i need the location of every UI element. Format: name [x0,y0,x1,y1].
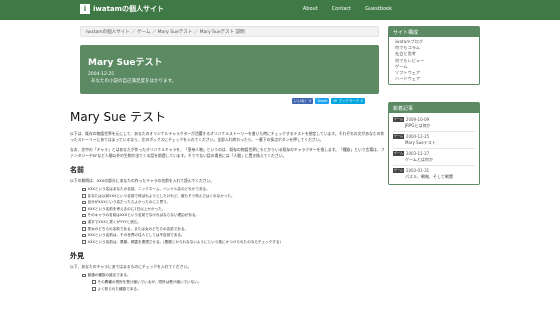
checkbox[interactable] [82,233,86,238]
news-item[interactable]: ゲーム 2003-11-27 ゲームとは何か [393,149,475,166]
checkbox-label: あなたは以前XXXという名前で呼ばれようとしたけれど、誰もそう呼んではくれなかっ… [87,193,235,198]
article-paragraph: なお、文中の「キャラ」とはあなたが作ったオリジナルキャラを、「皇帝人物」というの… [70,147,385,158]
nav-link-about[interactable]: About [303,6,318,12]
checkbox-item[interactable]: よく知られた種族である。 [70,286,385,293]
checkbox-label: 漢字でXXXと書くがYYYと読む。 [87,219,142,224]
checkbox-item[interactable]: XXXという名はあなたの名前、ニックネーム、ハンドル名のどれかである。 [70,186,385,193]
checkbox-label: XXXという名前は、その世界の住人としては不自然である。 [87,233,185,238]
section-heading: 外見 [70,252,84,261]
site-brand[interactable]: i iwatamの個人サイト [80,4,164,14]
site-brand-label: iwatamの個人サイト [93,5,164,13]
category-badge: ゲーム [393,151,404,156]
news-date: 2009-10-09 [405,117,430,122]
checkbox[interactable] [82,200,86,205]
news-date: 2003-11-27 [405,151,430,156]
section-intro: 以下、あなたのキャラにあてはまるものにチェックを入れてください。 [70,264,192,270]
article: Mary Sue テスト 以下は、既存の物語世界を元にして、あなたのオリジナルキ… [70,108,385,319]
checkbox[interactable] [82,220,86,225]
category-badge: ゲーム [393,168,404,173]
checkbox-label: XXXという名はあなたの名前、ニックネーム、ハンドル名のどれかである。 [87,187,210,191]
tweet-button[interactable]: Tweet [315,98,330,104]
category-badge: ゲーム [393,134,404,139]
news-meta: ゲーム 2009-10-09 [393,117,475,122]
breadcrumb[interactable]: iwatamの個人サイト ／ ゲーム ／ Mary Sueテスト ／ Mary … [80,26,379,37]
hatena-bookmark-button[interactable]: B! ブックマーク 0 [331,98,365,104]
site-link[interactable]: ハードウェア [395,76,473,82]
checkbox[interactable] [82,207,86,211]
checkbox-item[interactable]: そのキャラの名前はXXXという名前でなければならない理由がある。 [70,212,385,219]
checkbox-item[interactable]: 普通の種族の遺伝である。 [70,272,385,279]
checkbox-label: XXXという名前は、悪魔、精霊を連想させる。(悪魔とかられなないようにという風に… [87,239,281,244]
nav-links: About Contact Guestbook [289,6,392,12]
news-list: ゲーム 2009-10-09 JRPGとは何か ゲーム 2004-12-25 Mary S… [389,113,479,184]
checkbox[interactable] [82,194,86,198]
news-meta: ゲーム 2003-11-27 [393,151,475,156]
checkbox-item[interactable]: 漢字でXXXと書くがYYYと読む。 [70,219,385,226]
news-meta: ゲーム 2004-12-25 [393,134,475,139]
hero-title: Mary Sueテスト [88,58,163,68]
hero-subtitle: あなたの小説の自己満足度をはかります。 [91,79,177,84]
checkbox-label: 男女のどちらの名前である。または女のどちらの名前である。 [87,226,189,231]
hero-date: 2004-12-25 [88,72,115,77]
sidebar-site-links: サイト構成 iwatamブログ 何でもコラム 社会と思考 何でもレビュー ゲーム ソフトウ… [388,26,480,86]
sidebar-news: 新着記事 ゲーム 2009-10-09 JRPGとは何か ゲーム 2004-12-25 M… [388,102,480,185]
news-item[interactable]: ゲーム 2004-12-25 Mary Sueテスト [393,132,475,149]
checkbox-item[interactable]: XXXという名前は、悪魔、精霊を連想させる。(悪魔とかられなないようにという風に… [70,239,385,246]
site-links-title: サイト構成 [389,27,479,37]
news-item[interactable]: ゲーム 2009-10-09 JRPGとは何か [393,115,475,132]
category-badge: ゲーム [393,117,404,122]
checkbox[interactable] [82,273,86,278]
top-navbar: i iwatamの個人サイト About Contact Guestbook [0,0,560,20]
section-intro: 以下の質問は、XXXの部分にあなたの作ったキャラの名前を入れて読んでください。 [70,178,215,183]
question-sections: 名前以下の質問は、XXXの部分にあなたの作ったキャラの名前を入れて読んでください… [70,165,385,292]
section-heading: 名前 [70,166,84,174]
share-buttons: いいね！ 0 Tweet B! ブックマーク 0 [292,98,367,104]
news-title-link[interactable]: JRPGとは何か [393,123,475,129]
nav-link-contact[interactable]: Contact [332,6,351,12]
site-logo-icon: i [80,4,90,14]
article-title: Mary Sue テスト [70,110,166,124]
checkbox-label: よく知られた種族である。 [97,286,141,291]
news-date: 2004-12-25 [405,134,430,139]
checkbox-item[interactable]: あなたは以前XXXという名前で呼ばれようとしたけれど、誰もそう呼んではくれなかっ… [70,193,385,200]
news-title-link[interactable]: ゲームとは何か [393,157,475,163]
news-date: 2003-01-31 [405,168,430,173]
facebook-like-button[interactable]: いいね！ 0 [292,98,314,104]
checkbox[interactable] [92,287,96,291]
news-meta: ゲーム 2003-01-31 [393,168,475,173]
hero-banner: Mary Sueテスト 2004-12-25 あなたの小説の自己満足度をはかりま… [80,45,379,94]
news-panel: 新着記事 ゲーム 2009-10-09 JRPGとは何か ゲーム 2004-12-25 M… [388,102,480,185]
checkbox-item[interactable]: 自分がXXXという名だったらよかったのにと思う。 [70,199,385,206]
checkbox-item[interactable]: 男女のどちらの名前である。または女のどちらの名前である。 [70,226,385,233]
news-item[interactable]: ゲーム 2003-01-31 パズル、戦略、そして戦闘 [393,166,475,182]
checkbox-label: 自分がXXXという名だったらよかったのにと思う。 [87,200,171,205]
checkbox-label: そのキャラの名前はXXXという名前でなければならない理由がある。 [87,213,200,218]
nav-link-guestbook[interactable]: Guestbook [365,6,392,12]
checkbox-item[interactable]: XXXという名前は、その世界の住人としては不自然である。 [70,232,385,239]
news-title-link[interactable]: パズル、戦略、そして戦闘 [393,174,475,180]
checkbox[interactable] [82,187,86,192]
checkbox-label: XXXという名前を考えるのに1日以上かかった。 [87,206,166,211]
news-title: 新着記事 [389,103,479,113]
checkbox-label: 普通の種族の遺伝である。 [87,273,131,278]
checkbox[interactable] [82,227,86,231]
site-links-panel: サイト構成 iwatamブログ 何でもコラム 社会と思考 何でもレビュー ゲーム ソフトウ… [388,26,480,86]
site-links-list: iwatamブログ 何でもコラム 社会と思考 何でもレビュー ゲーム ソフトウェア ハードウ… [389,37,479,84]
news-title-link[interactable]: Mary Sueテスト [393,140,475,146]
checkbox-label: その異種の長所を受け継いでいるが、短所は受け継いでいない。 [97,279,202,284]
checkbox[interactable] [82,240,86,244]
checkbox-item[interactable]: その異種の長所を受け継いでいるが、短所は受け継いでいない。 [70,279,385,286]
checkbox[interactable] [92,280,96,284]
checkbox[interactable] [82,213,86,218]
checkbox-item[interactable]: XXXという名前を考えるのに1日以上かかった。 [70,206,385,213]
article-paragraph: 以下は、既存の物語世界を元にして、あなたのオリジナルキャラクターが活躍するオリジ… [70,131,385,142]
